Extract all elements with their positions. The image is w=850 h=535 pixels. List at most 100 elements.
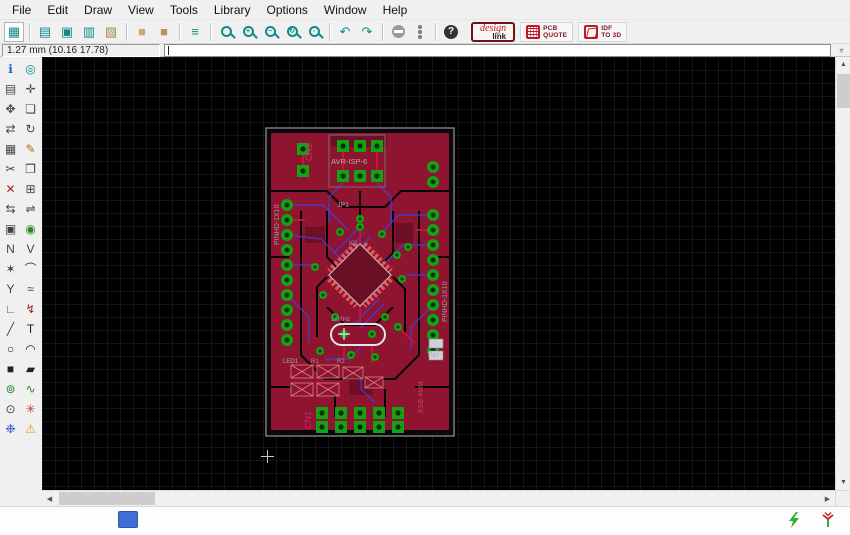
- menu-options[interactable]: Options: [259, 2, 316, 18]
- board-label: IC1: [349, 241, 359, 247]
- value-tool[interactable]: V: [21, 239, 40, 258]
- ratsnest-tool[interactable]: ✳: [21, 399, 40, 418]
- menu-edit[interactable]: Edit: [39, 2, 76, 18]
- idf-to-3d-label: IDF: [601, 25, 621, 32]
- board-label: AVR-ISP-6: [331, 157, 367, 166]
- arc-tool[interactable]: ◠: [21, 339, 40, 358]
- export-image-button[interactable]: ▧: [101, 22, 121, 42]
- rotate-tool[interactable]: ↻: [21, 119, 40, 138]
- delete-tool[interactable]: ✕: [1, 179, 20, 198]
- undo-button[interactable]: ↶: [335, 22, 355, 42]
- layer-swatch-2-button[interactable]: ■: [154, 22, 174, 42]
- zoom-in-button[interactable]: +: [238, 22, 258, 42]
- pinswap-tool[interactable]: ⇆: [1, 199, 20, 218]
- signal-tool[interactable]: ∿: [21, 379, 40, 398]
- redo-button[interactable]: ↷: [357, 22, 377, 42]
- route-tool[interactable]: ∟: [1, 299, 20, 318]
- mark-tool[interactable]: ✛: [21, 79, 40, 98]
- circle-tool[interactable]: ○: [1, 339, 20, 358]
- h-scrollbar[interactable]: ◀ ▶: [42, 490, 835, 506]
- polygon-tool[interactable]: ▰: [21, 359, 40, 378]
- change-tool[interactable]: ✎: [21, 139, 40, 158]
- toolbar-separator: [329, 23, 330, 41]
- add-tool[interactable]: ⊞: [21, 179, 40, 198]
- wire-tool[interactable]: ╱: [1, 319, 20, 338]
- display-layers-tool[interactable]: ▤: [1, 79, 20, 98]
- miter-tool[interactable]: ⌒: [21, 259, 40, 278]
- menu-window[interactable]: Window: [316, 2, 375, 18]
- toolbar-separator: [179, 23, 180, 41]
- menu-bar: FileEditDrawViewToolsLibraryOptionsWindo…: [0, 0, 850, 19]
- v-scroll-track[interactable]: [836, 72, 850, 475]
- lightning-icon[interactable]: [786, 512, 802, 528]
- zoom-redraw-button[interactable]: ↻: [282, 22, 302, 42]
- idf-to-3d-button[interactable]: IDF TO 3D: [578, 22, 627, 42]
- move-tool[interactable]: ✥: [1, 99, 20, 118]
- rect-tool[interactable]: ■: [1, 359, 20, 378]
- command-input[interactable]: [164, 44, 831, 57]
- text-caret: [168, 46, 169, 55]
- info-tool[interactable]: ℹ: [1, 59, 20, 78]
- cut-tool[interactable]: ✂: [1, 159, 20, 178]
- v-scroll-thumb[interactable]: [837, 74, 850, 108]
- replace-tool[interactable]: ⇌: [21, 199, 40, 218]
- pcb-board: CN2AVR-ISP-6PINHD-1X10PINHD-1X10JP1IC116…: [265, 127, 455, 437]
- command-history-dropdown[interactable]: ▿: [835, 44, 848, 57]
- pcb-quote-button[interactable]: PCB QUOTE: [520, 22, 573, 42]
- status-icons: [786, 512, 836, 528]
- text-tool[interactable]: T: [21, 319, 40, 338]
- coordinate-display: 1.27 mm (10.16 17.78): [2, 44, 160, 57]
- stop-button[interactable]: [388, 22, 408, 42]
- show-tool[interactable]: ◎: [21, 59, 40, 78]
- canvas-column: CN2AVR-ISP-6PINHD-1X10PINHD-1X10JP1IC116…: [42, 57, 835, 506]
- h-scroll-thumb[interactable]: [59, 492, 155, 505]
- antenna-icon[interactable]: [820, 512, 836, 528]
- paste-tool[interactable]: ❒: [21, 159, 40, 178]
- ripup-tool[interactable]: ↯: [21, 299, 40, 318]
- traffic-light-button[interactable]: [410, 22, 430, 42]
- layer-swatch-button[interactable]: ■: [132, 22, 152, 42]
- board-label: R2: [337, 359, 345, 365]
- via-tool[interactable]: ⊚: [1, 379, 20, 398]
- v-scrollbar[interactable]: ▲ ▼: [835, 57, 850, 506]
- board-label: TM3: [427, 353, 440, 359]
- mirror-tool[interactable]: ⇄: [1, 119, 20, 138]
- hole-tool[interactable]: ⊙: [1, 399, 20, 418]
- group-tool[interactable]: ▦: [1, 139, 20, 158]
- name-tool[interactable]: N: [1, 239, 20, 258]
- print-button[interactable]: ▥: [79, 22, 99, 42]
- h-scroll-track[interactable]: [57, 491, 820, 506]
- board-label: LED1: [283, 359, 299, 365]
- drc-errors-tool[interactable]: ⚠: [21, 419, 40, 438]
- junction-tool[interactable]: ◉: [21, 219, 40, 238]
- menu-draw[interactable]: Draw: [76, 2, 120, 18]
- design-link-button[interactable]: design link: [471, 22, 515, 42]
- status-blue-icon[interactable]: [118, 511, 138, 528]
- split-tool[interactable]: Y: [1, 279, 20, 298]
- menu-help[interactable]: Help: [375, 2, 416, 18]
- layer-list-button[interactable]: ≡: [185, 22, 205, 42]
- grid-settings-button[interactable]: ▦: [4, 22, 24, 42]
- scroll-left-arrow[interactable]: ◀: [42, 491, 57, 506]
- toolbar: ▦ ▤▣▥▧ ■■ ≡ +−↻▫ ↶↷? design link PCB QUOTE ID…: [0, 19, 850, 43]
- open-file-button[interactable]: ▤: [35, 22, 55, 42]
- scroll-down-arrow[interactable]: ▼: [836, 475, 850, 490]
- menu-library[interactable]: Library: [206, 2, 259, 18]
- zoom-out-button[interactable]: −: [260, 22, 280, 42]
- zoom-select-button[interactable]: ▫: [304, 22, 324, 42]
- optimize-tool[interactable]: ≈: [21, 279, 40, 298]
- lock-tool[interactable]: ▣: [1, 219, 20, 238]
- menu-tools[interactable]: Tools: [162, 2, 206, 18]
- help-button[interactable]: ?: [441, 22, 461, 42]
- save-button[interactable]: ▣: [57, 22, 77, 42]
- smash-tool[interactable]: ✶: [1, 259, 20, 278]
- copy-tool[interactable]: ❏: [21, 99, 40, 118]
- board-canvas[interactable]: CN2AVR-ISP-6PINHD-1X10PINHD-1X10JP1IC116…: [42, 57, 835, 490]
- zoom-fit-button[interactable]: [216, 22, 236, 42]
- scroll-up-arrow[interactable]: ▲: [836, 57, 850, 72]
- autorouter-tool[interactable]: ❉: [1, 419, 20, 438]
- menu-view[interactable]: View: [120, 2, 162, 18]
- scroll-right-arrow[interactable]: ▶: [820, 491, 835, 506]
- toolbar-separator: [29, 23, 30, 41]
- menu-file[interactable]: File: [4, 2, 39, 18]
